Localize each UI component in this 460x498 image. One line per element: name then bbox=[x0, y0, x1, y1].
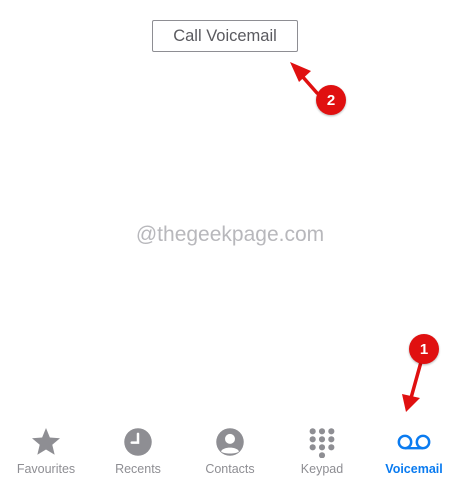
call-voicemail-button[interactable]: Call Voicemail bbox=[152, 20, 298, 52]
tab-label: Voicemail bbox=[385, 462, 443, 476]
voicemail-icon bbox=[396, 424, 432, 460]
tab-contacts[interactable]: Contacts bbox=[184, 410, 276, 498]
star-icon bbox=[28, 424, 64, 460]
tab-voicemail[interactable]: Voicemail bbox=[368, 410, 460, 498]
tab-recents[interactable]: Recents bbox=[92, 410, 184, 498]
tab-keypad[interactable]: Keypad bbox=[276, 410, 368, 498]
tab-label: Keypad bbox=[300, 462, 344, 476]
tab-label: Contacts bbox=[205, 462, 255, 476]
tab-label: Favourites bbox=[16, 462, 76, 476]
keypad-icon bbox=[304, 424, 340, 460]
tab-label: Recents bbox=[115, 462, 161, 476]
annotation-step-2: 2 bbox=[316, 85, 346, 115]
clock-icon bbox=[120, 424, 156, 460]
person-circle-icon bbox=[212, 424, 248, 460]
arrow-2-shaft bbox=[300, 74, 319, 95]
annotation-step-1: 1 bbox=[409, 334, 439, 364]
arrow-1-shaft bbox=[409, 360, 423, 400]
watermark: @thegeekpage.com bbox=[135, 223, 325, 246]
arrow-2-head bbox=[290, 62, 311, 82]
tab-favourites[interactable]: Favourites bbox=[0, 410, 92, 498]
tab-bar: Favourites Recents Contacts Keypad Voice… bbox=[0, 410, 460, 498]
